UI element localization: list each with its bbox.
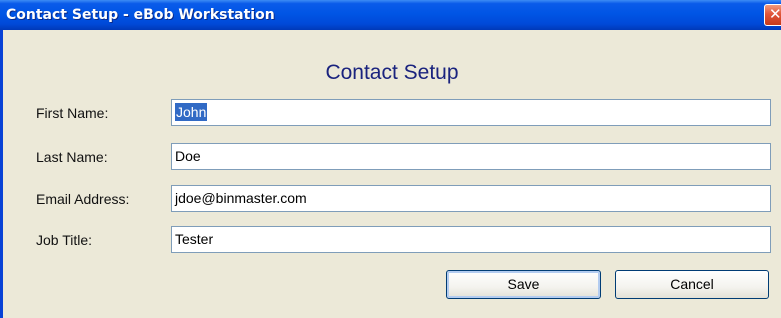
close-button[interactable]: ✕ [764, 4, 781, 26]
last-name-field[interactable]: Doe [171, 143, 771, 170]
first-name-field[interactable]: John [171, 99, 771, 126]
email-address-value: jdoe@binmaster.com [175, 190, 307, 206]
dialog-body: Contact Setup First Name: John Last Name… [3, 30, 781, 318]
title-bar[interactable]: Contact Setup - eBob Workstation ✕ [0, 0, 781, 30]
last-name-value: Doe [175, 148, 201, 164]
email-address-field[interactable]: jdoe@binmaster.com [171, 185, 771, 212]
cancel-button[interactable]: Cancel [615, 270, 769, 299]
save-button[interactable]: Save [446, 270, 601, 299]
job-title-field[interactable]: Tester [171, 226, 771, 253]
first-name-label: First Name: [36, 105, 109, 121]
dialog-window: Contact Setup - eBob Workstation ✕ Conta… [0, 0, 781, 318]
first-name-value: John [175, 103, 208, 121]
dialog-heading: Contact Setup [325, 61, 459, 84]
email-address-label: Email Address: [36, 191, 130, 207]
last-name-label: Last Name: [36, 149, 108, 165]
window-title: Contact Setup - eBob Workstation [6, 7, 275, 23]
job-title-label: Job Title: [36, 232, 93, 248]
close-icon: ✕ [769, 5, 781, 23]
job-title-value: Tester [175, 231, 214, 247]
